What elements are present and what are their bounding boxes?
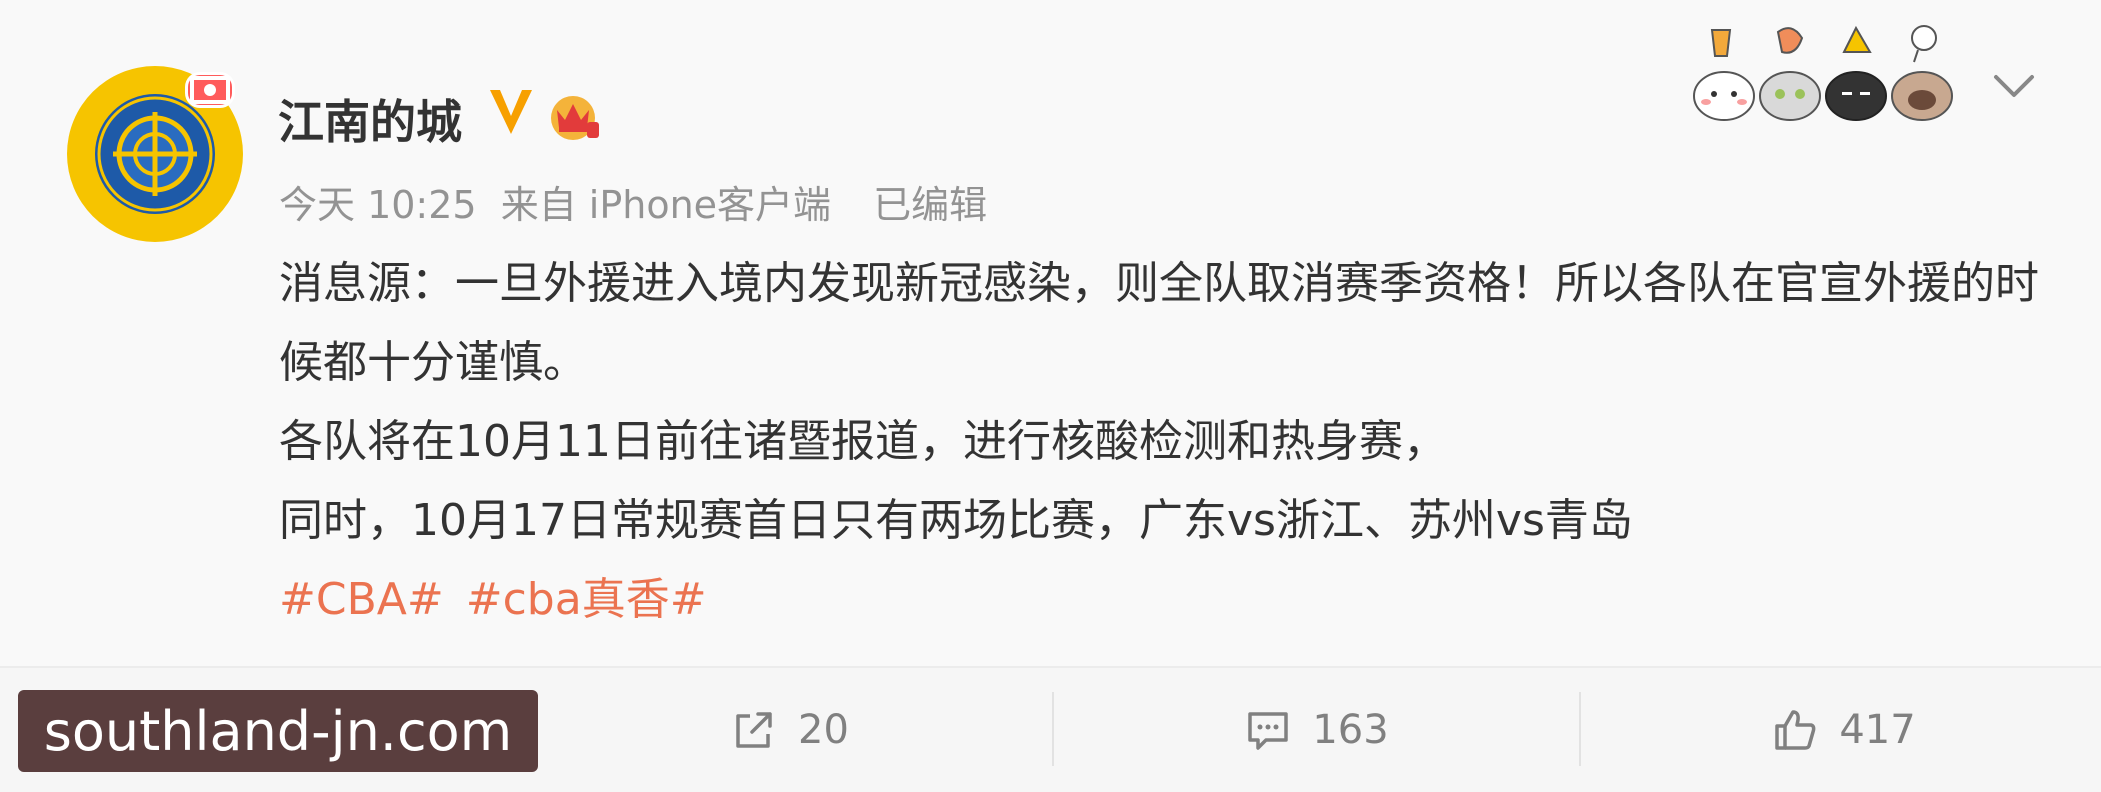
post-content: 消息源：一旦外援进入境内发现新冠感染，则全队取消赛季资格！所以各队在官宣外援的时… — [279, 244, 2039, 639]
repost-button[interactable]: 20 — [527, 668, 1052, 792]
thumbs-up-icon — [1775, 710, 1816, 750]
more-dropdown[interactable] — [1990, 62, 2038, 110]
post-source: 来自 iPhone客户端 — [500, 183, 832, 227]
post-meta: 今天 10:25 来自 iPhone客户端 已编辑 — [279, 174, 987, 229]
watermark: southland-jn.com — [18, 690, 538, 772]
post-time[interactable]: 今天 10:25 — [279, 183, 477, 227]
post-paragraph: 同时，10月17日常规赛首日只有两场比赛，广东vs浙江、苏州vs青岛 — [279, 495, 1633, 546]
comment-icon — [1248, 712, 1289, 750]
post-paragraph: 各队将在10月11日前往诸暨报道，进行核酸检测和热身赛， — [279, 416, 1447, 467]
post-paragraph: 消息源：一旦外援进入境内发现新冠感染，则全队取消赛季资格！所以各队在官宣外援的时… — [279, 258, 2039, 388]
edited-label[interactable]: 已编辑 — [873, 183, 987, 227]
vip-crown-icon[interactable] — [547, 88, 603, 142]
share-icon — [736, 712, 772, 748]
username[interactable]: 江南的城 — [278, 86, 462, 152]
verified-v-icon — [490, 90, 532, 134]
comment-count: 163 — [1312, 707, 1389, 753]
avatar[interactable] — [67, 66, 243, 242]
weibo-post-card: 江南的城 今天 10:25 来自 iPhone客户端 已编辑 消息源：一旦外援进… — [0, 0, 2101, 650]
cat-stickers-icon — [1693, 25, 1953, 121]
comment-button[interactable]: 163 — [1054, 668, 1579, 792]
chevron-down-icon — [1994, 75, 2034, 97]
hashtag-link[interactable]: #CBA# — [279, 574, 444, 625]
like-count: 417 — [1839, 707, 1916, 753]
live-badge-icon — [185, 72, 235, 108]
like-button[interactable]: 417 — [1581, 668, 2101, 792]
repost-count: 20 — [798, 707, 849, 753]
hashtag-link[interactable]: #cba真香# — [466, 574, 707, 625]
tag-list: #CBA# #cba真香# — [279, 560, 2039, 639]
